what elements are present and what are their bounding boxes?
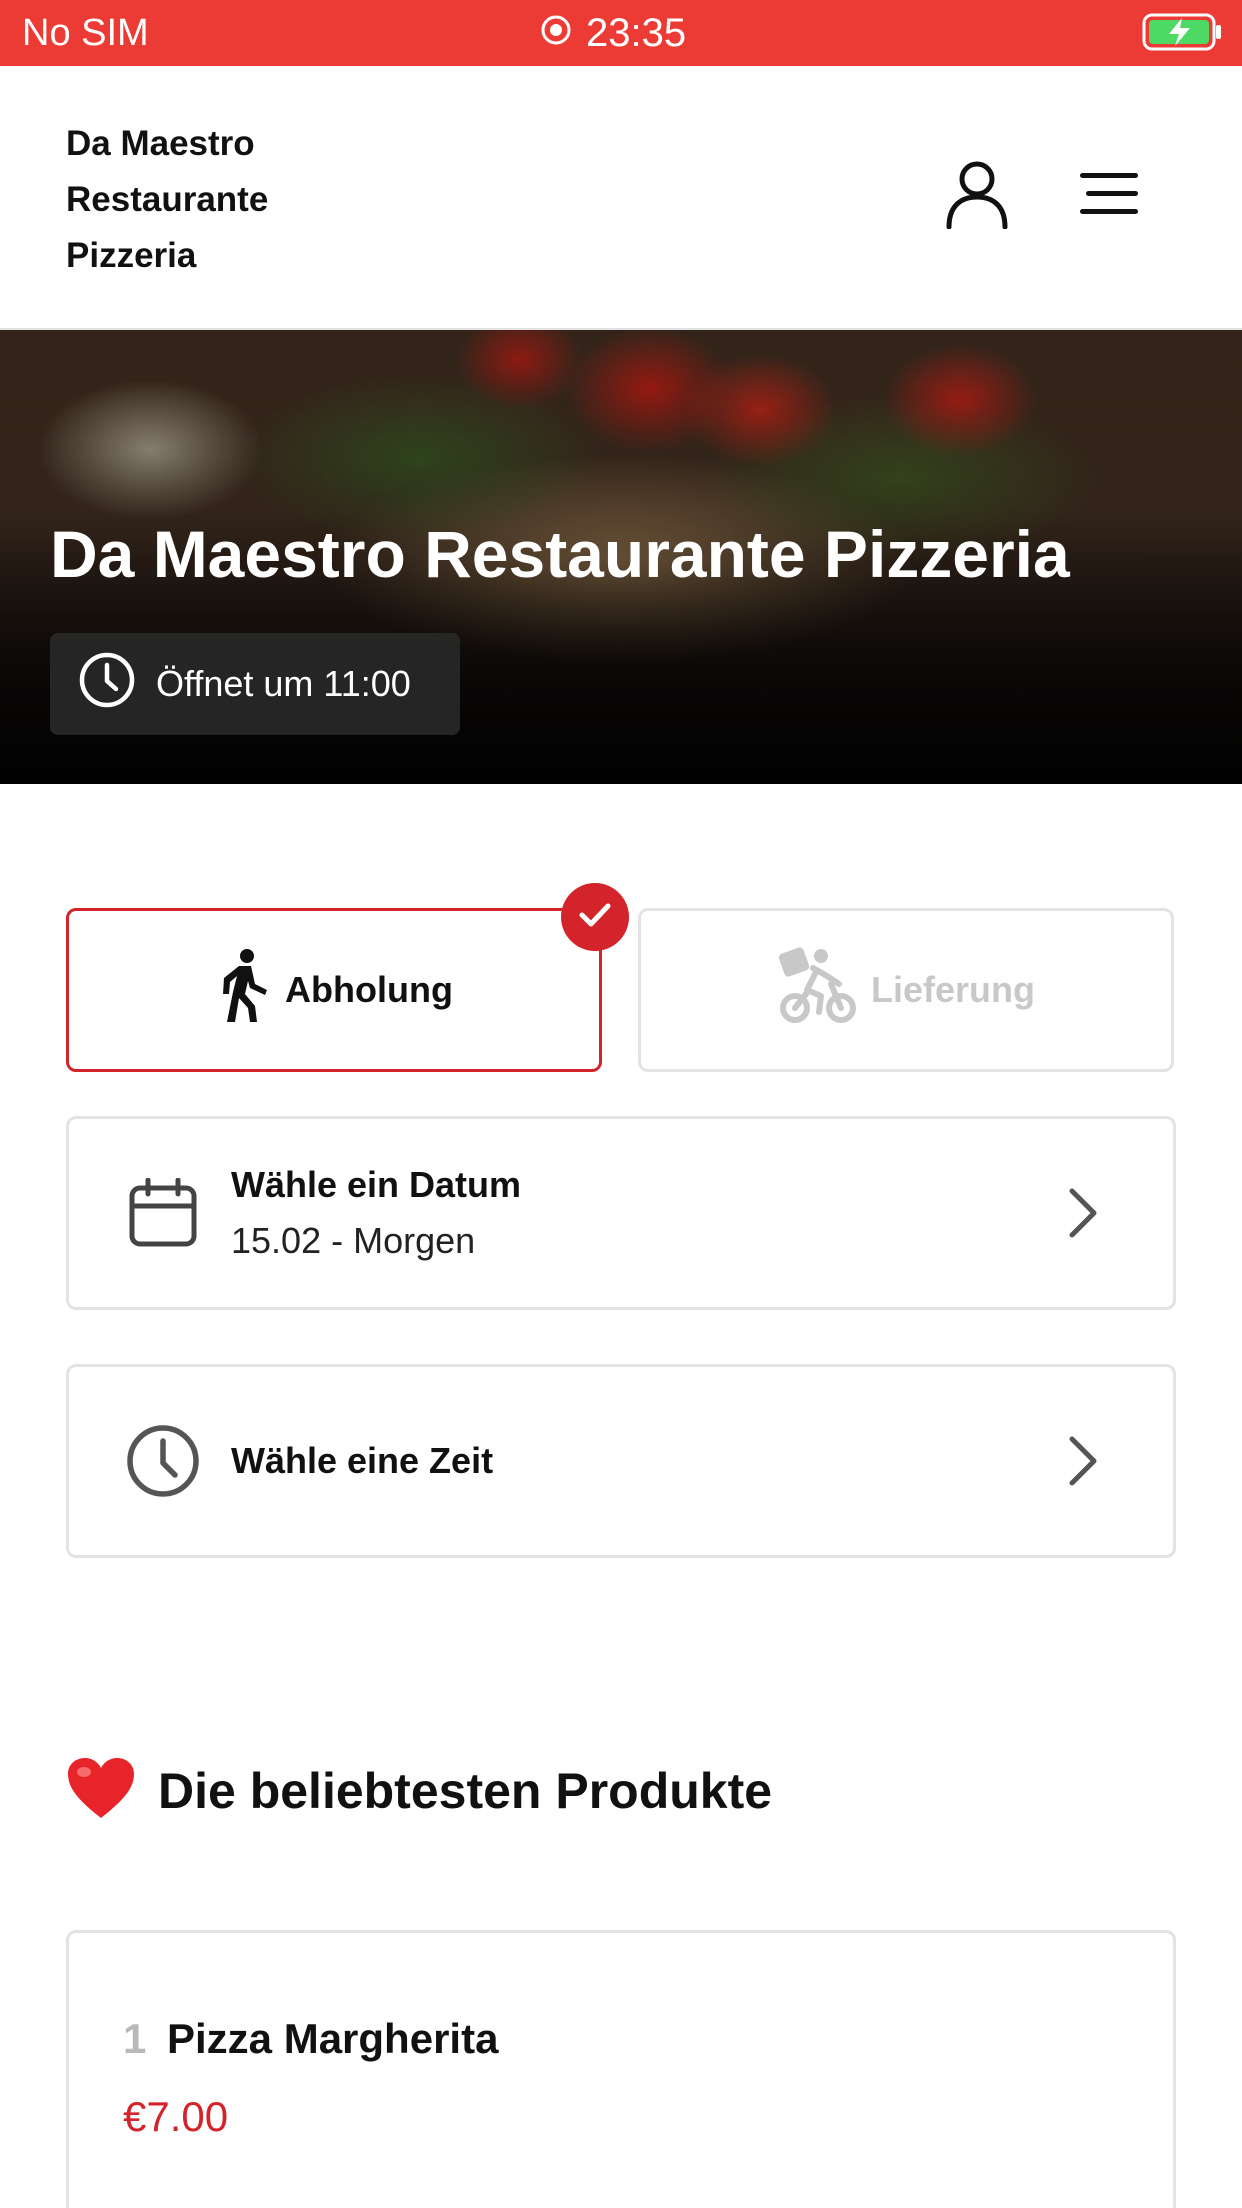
clock-group: 23:35 — [540, 10, 686, 56]
carrier-label: No SIM — [22, 12, 149, 54]
calendar-icon — [125, 1175, 201, 1251]
date-selector[interactable]: Wähle ein Datum 15.02 - Morgen — [66, 1116, 1176, 1310]
menu-button[interactable] — [1069, 156, 1149, 236]
brand-line: Restaurante — [66, 180, 269, 219]
clock-icon — [78, 651, 136, 718]
bike-delivery-icon — [777, 946, 857, 1035]
pickup-option[interactable]: Abholung — [66, 908, 602, 1072]
restaurant-title: Da Maestro Restaurante Pizzeria — [50, 517, 1070, 591]
hero-banner: Da Maestro Restaurante Pizzeria Öffnet u… — [0, 330, 1242, 784]
walking-icon — [215, 948, 271, 1033]
date-selector-text: Wähle ein Datum 15.02 - Morgen — [231, 1157, 521, 1269]
product-card[interactable]: 1 Pizza Margherita €7.00 — [66, 1930, 1176, 2208]
brand-name[interactable]: Da Maestro Restaurante Pizzeria — [66, 116, 396, 284]
menu-icon — [1078, 170, 1140, 223]
delivery-option[interactable]: Lieferung — [638, 908, 1174, 1072]
delivery-label: Lieferung — [870, 969, 1035, 1010]
check-icon — [579, 902, 611, 933]
opening-hours-badge: Öffnet um 11:00 — [50, 633, 460, 735]
account-button[interactable] — [937, 156, 1017, 236]
time-selector-title: Wähle eine Zeit — [231, 1440, 494, 1481]
pickup-label: Abholung — [285, 969, 453, 1010]
record-icon — [540, 10, 572, 56]
status-time: 23:35 — [586, 11, 687, 55]
product-name: Pizza Margherita — [167, 2015, 499, 2062]
chevron-right-icon — [1063, 1431, 1103, 1491]
product-price: €7.00 — [123, 2093, 229, 2140]
product-rank: 1 — [123, 2015, 147, 2062]
brand-line: Pizzeria — [66, 236, 197, 275]
status-bar: No SIM 23:35 — [0, 0, 1242, 66]
date-selector-title: Wähle ein Datum — [231, 1164, 522, 1205]
brand-line: Da Maestro — [66, 124, 255, 163]
chevron-right-icon — [1063, 1183, 1103, 1243]
app-header: Da Maestro Restaurante Pizzeria — [0, 66, 1242, 330]
selected-check-badge — [561, 883, 629, 951]
popular-section-heading: Die beliebtesten Produkte — [66, 1756, 772, 1825]
time-selector-text: Wähle eine Zeit — [231, 1433, 493, 1489]
time-selector[interactable]: Wähle eine Zeit — [66, 1364, 1176, 1558]
section-title: Die beliebtesten Produkte — [158, 1762, 773, 1819]
opening-hours-text: Öffnet um 11:00 — [156, 663, 411, 704]
user-icon — [944, 159, 1010, 234]
heart-icon — [66, 1756, 136, 1825]
clock-icon — [125, 1423, 201, 1499]
date-selector-value: 15.02 - Morgen — [231, 1220, 476, 1261]
battery-charging-icon — [1142, 12, 1224, 52]
